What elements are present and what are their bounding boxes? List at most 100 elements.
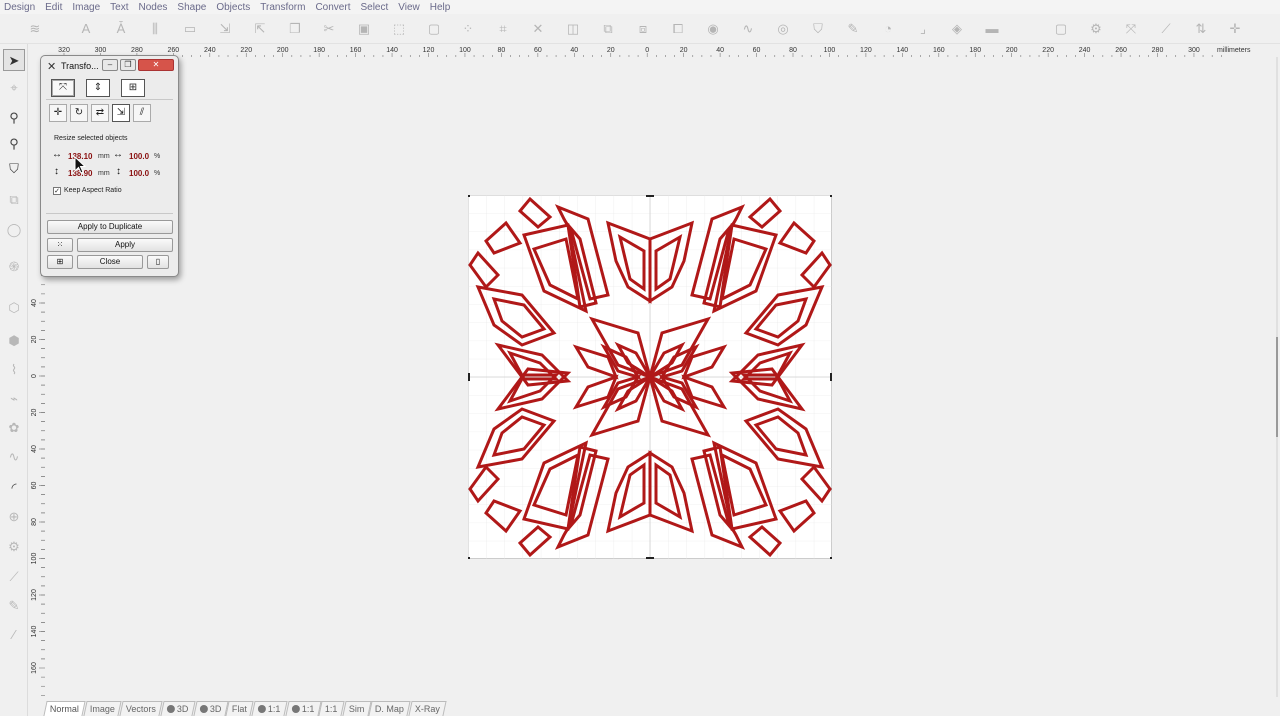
menu-convert[interactable]: Convert [315, 2, 350, 13]
vertical-scrollbar[interactable] [1270, 57, 1280, 697]
pick-tool-icon[interactable]: ⛉ [3, 158, 25, 180]
tab-dmap[interactable]: D. Map [368, 701, 411, 716]
distort-icon[interactable]: ⤧ [1122, 20, 1140, 38]
frame-icon[interactable]: ▢ [425, 20, 443, 38]
tab-xray[interactable]: X-Ray [408, 701, 447, 716]
needle-tool-icon[interactable]: ✎ [3, 595, 25, 617]
menu-objects[interactable]: Objects [216, 2, 250, 13]
shirt-icon[interactable]: ⛉ [809, 20, 827, 38]
text-effect-icon[interactable]: Ǡ [112, 20, 130, 38]
copy-icon[interactable]: ❐ [286, 20, 304, 38]
width-percent-input[interactable]: 100.0 [129, 152, 149, 161]
layout-grid-icon[interactable]: ⊞ [47, 255, 73, 269]
text-tool-icon[interactable]: A [77, 20, 95, 38]
align-tab-icon[interactable]: ⇕ [86, 79, 110, 97]
move-icon[interactable]: ✛ [49, 104, 67, 122]
node-edit-icon[interactable]: ⌗ [494, 20, 512, 38]
motif-tool-icon[interactable]: ✿ [3, 417, 25, 439]
skew-icon[interactable]: ⫽ [133, 104, 151, 122]
tab-image[interactable]: Image [83, 701, 122, 716]
minimize-button[interactable]: – [102, 59, 118, 71]
stitch-icon[interactable]: ✂ [320, 20, 338, 38]
circle-tool-icon[interactable]: ◯ [3, 219, 25, 241]
mirror-icon[interactable]: ⇄ [91, 104, 109, 122]
tab-3d-b[interactable]: 3D [192, 701, 228, 716]
fill-tool-icon[interactable]: ⬢ [3, 330, 25, 352]
eye-icon[interactable]: ◎ [774, 20, 792, 38]
menu-design[interactable]: Design [4, 2, 35, 13]
pen-icon[interactable]: ✎ [844, 20, 862, 38]
stitch-tool-icon[interactable]: ֍ [3, 256, 25, 278]
save-icon[interactable]: ▣ [355, 20, 373, 38]
menu-transform[interactable]: Transform [260, 2, 305, 13]
tab-normal[interactable]: Normal [43, 701, 86, 716]
layers-tool-icon[interactable]: ⧉ [3, 189, 25, 211]
ungroup-icon[interactable]: ⧉ [599, 20, 617, 38]
close-button[interactable]: Close [77, 255, 143, 269]
globe-tool-icon[interactable]: ⊕ [3, 506, 25, 528]
tab-vectors[interactable]: Vectors [119, 701, 163, 716]
close-window-button[interactable]: ✕ [138, 59, 174, 71]
select-box-icon[interactable]: ⬚ [390, 20, 408, 38]
menu-nodes[interactable]: Nodes [139, 2, 168, 13]
wave-tool-icon[interactable]: ≋ [26, 20, 44, 38]
resize-tab-icon[interactable]: ⤧ [51, 79, 75, 97]
transform-icon[interactable]: ⚙ [1087, 20, 1105, 38]
resize-icon[interactable]: ⇲ [112, 104, 130, 122]
tab-1to1-b[interactable]: 1:1 [285, 701, 321, 716]
tab-3d-a[interactable]: 3D [160, 701, 196, 716]
tab-1to1-a[interactable]: 1:1 [251, 701, 288, 716]
corner-icon[interactable]: ⌟ [914, 20, 932, 38]
menu-select[interactable]: Select [360, 2, 388, 13]
tab-flat[interactable]: Flat [225, 701, 254, 716]
curve-icon[interactable]: ∿ [739, 20, 757, 38]
keep-aspect-checkbox[interactable]: ✓ [53, 187, 61, 195]
run-tool-icon[interactable]: ⌇ [3, 359, 25, 381]
arc-tool-icon[interactable]: ◜ [3, 477, 25, 499]
combine-icon[interactable]: ⧠ [669, 20, 687, 38]
help-book-icon[interactable]: ▯ [147, 255, 169, 269]
design-workspace[interactable] [468, 195, 832, 559]
align-icon[interactable]: ⫼ [146, 20, 164, 38]
apply-button[interactable]: Apply [77, 238, 173, 252]
menu-edit[interactable]: Edit [45, 2, 62, 13]
select-arrow-icon[interactable]: ➤ [3, 49, 25, 71]
group-icon[interactable]: ◫ [564, 20, 582, 38]
fill-icon[interactable]: ◔ [879, 20, 897, 38]
shape-icon[interactable]: ▢ [1052, 20, 1070, 38]
weld-icon[interactable]: ◉ [704, 20, 722, 38]
gear-tool-icon[interactable]: ⚙ [3, 536, 25, 558]
export-icon[interactable]: ⇱ [251, 20, 269, 38]
layers-icon[interactable]: ⧈ [634, 20, 652, 38]
wave-tool-left-icon[interactable]: ∿ [3, 446, 25, 468]
tab-sim[interactable]: Sim [342, 701, 371, 716]
menu-shape[interactable]: Shape [177, 2, 206, 13]
menu-image[interactable]: Image [72, 2, 100, 13]
grid-options-icon[interactable]: ⁙ [47, 238, 73, 252]
zoom-1-icon[interactable]: ⚲ [3, 133, 25, 155]
applique-tool-icon[interactable]: ⬡ [3, 297, 25, 319]
restore-button[interactable]: ❐ [120, 59, 136, 71]
apply-to-duplicate-button[interactable]: Apply to Duplicate [47, 220, 173, 234]
arrange-tab-icon[interactable]: ⊞ [121, 79, 145, 97]
bezier-icon[interactable]: ⟋ [1157, 20, 1175, 38]
menu-text[interactable]: Text [110, 2, 128, 13]
dialog-title-bar[interactable]: ✕ Transfo... – ❐ ✕ [43, 58, 176, 75]
knife-tool-icon[interactable]: ⁄ [3, 624, 25, 646]
satin-tool-icon[interactable]: ⌁ [3, 388, 25, 410]
height-percent-input[interactable]: 100.0 [129, 169, 149, 178]
sort-icon[interactable]: ⇅ [1192, 20, 1210, 38]
slant-tool-icon[interactable]: ⟋ [3, 566, 25, 588]
rectangle-icon[interactable]: ▬ [983, 20, 1001, 38]
menu-help[interactable]: Help [430, 2, 451, 13]
zoom-icon[interactable]: ⚲ [3, 107, 25, 129]
rotate-icon[interactable]: ↻ [70, 104, 88, 122]
move-icon[interactable]: ✛ [1226, 20, 1244, 38]
new-page-icon[interactable]: ▭ [181, 20, 199, 38]
import-icon[interactable]: ⇲ [216, 20, 234, 38]
node-select-icon[interactable]: ⌖ [3, 77, 25, 99]
design-canvas[interactable] [45, 57, 1265, 697]
grid-select-icon[interactable]: ⁘ [459, 20, 477, 38]
cancel-icon[interactable]: ✕ [529, 20, 547, 38]
contour-icon[interactable]: ◈ [948, 20, 966, 38]
